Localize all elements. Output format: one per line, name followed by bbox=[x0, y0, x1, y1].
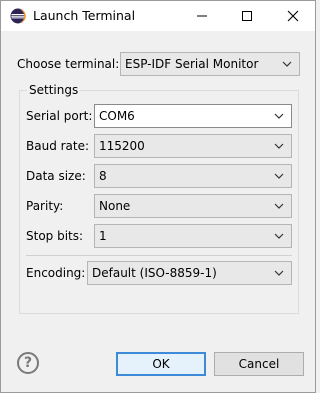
data-size-label: Data size: bbox=[26, 169, 86, 183]
close-icon bbox=[287, 10, 299, 22]
cancel-button-label: Cancel bbox=[238, 357, 280, 371]
serial-port-input[interactable]: COM6 bbox=[94, 104, 292, 128]
baud-rate-value: 115200 bbox=[99, 139, 145, 153]
chevron-down-icon bbox=[274, 270, 284, 276]
eclipse-icon bbox=[10, 8, 26, 24]
settings-group-title: Settings bbox=[27, 83, 81, 97]
parity-select[interactable]: None bbox=[94, 194, 292, 218]
close-button[interactable] bbox=[271, 1, 315, 31]
chevron-down-icon bbox=[282, 61, 292, 67]
chevron-down-icon bbox=[274, 203, 284, 209]
minimize-icon bbox=[197, 15, 207, 17]
encoding-label: Encoding: bbox=[26, 266, 86, 280]
chevron-down-icon bbox=[274, 143, 284, 149]
title-bar[interactable]: Launch Terminal bbox=[1, 1, 315, 31]
launch-terminal-dialog: Launch Terminal Choose terminal: ESP-IDF… bbox=[0, 0, 316, 393]
baud-rate-select[interactable]: 115200 bbox=[94, 134, 292, 158]
chevron-down-icon[interactable] bbox=[274, 112, 284, 120]
help-icon[interactable]: ? bbox=[17, 352, 39, 374]
parity-label: Parity: bbox=[26, 199, 64, 213]
serial-port-value: COM6 bbox=[99, 109, 135, 123]
stop-bits-value: 1 bbox=[99, 229, 107, 243]
ok-button[interactable]: OK bbox=[116, 352, 206, 376]
terminal-select-value: ESP-IDF Serial Monitor bbox=[125, 57, 259, 71]
chevron-down-icon bbox=[274, 173, 284, 179]
encoding-select[interactable]: Default (ISO-8859-1) bbox=[87, 261, 292, 285]
stop-bits-label: Stop bits: bbox=[26, 229, 84, 243]
maximize-button[interactable] bbox=[225, 1, 269, 31]
stop-bits-select[interactable]: 1 bbox=[94, 224, 292, 248]
cancel-button[interactable]: Cancel bbox=[214, 352, 304, 376]
choose-terminal-label: Choose terminal: bbox=[17, 57, 120, 71]
terminal-select[interactable]: ESP-IDF Serial Monitor bbox=[120, 52, 300, 76]
ok-button-label: OK bbox=[152, 357, 170, 371]
encoding-value: Default (ISO-8859-1) bbox=[92, 266, 217, 280]
chevron-down-icon bbox=[274, 233, 284, 239]
parity-value: None bbox=[99, 199, 131, 213]
data-size-value: 8 bbox=[99, 169, 107, 183]
data-size-select[interactable]: 8 bbox=[94, 164, 292, 188]
window-title: Launch Terminal bbox=[33, 8, 136, 23]
minimize-button[interactable] bbox=[180, 1, 224, 31]
baud-rate-label: Baud rate: bbox=[26, 139, 90, 153]
settings-divider bbox=[26, 255, 292, 256]
maximize-icon bbox=[242, 11, 252, 21]
serial-port-label: Serial port: bbox=[26, 109, 93, 123]
